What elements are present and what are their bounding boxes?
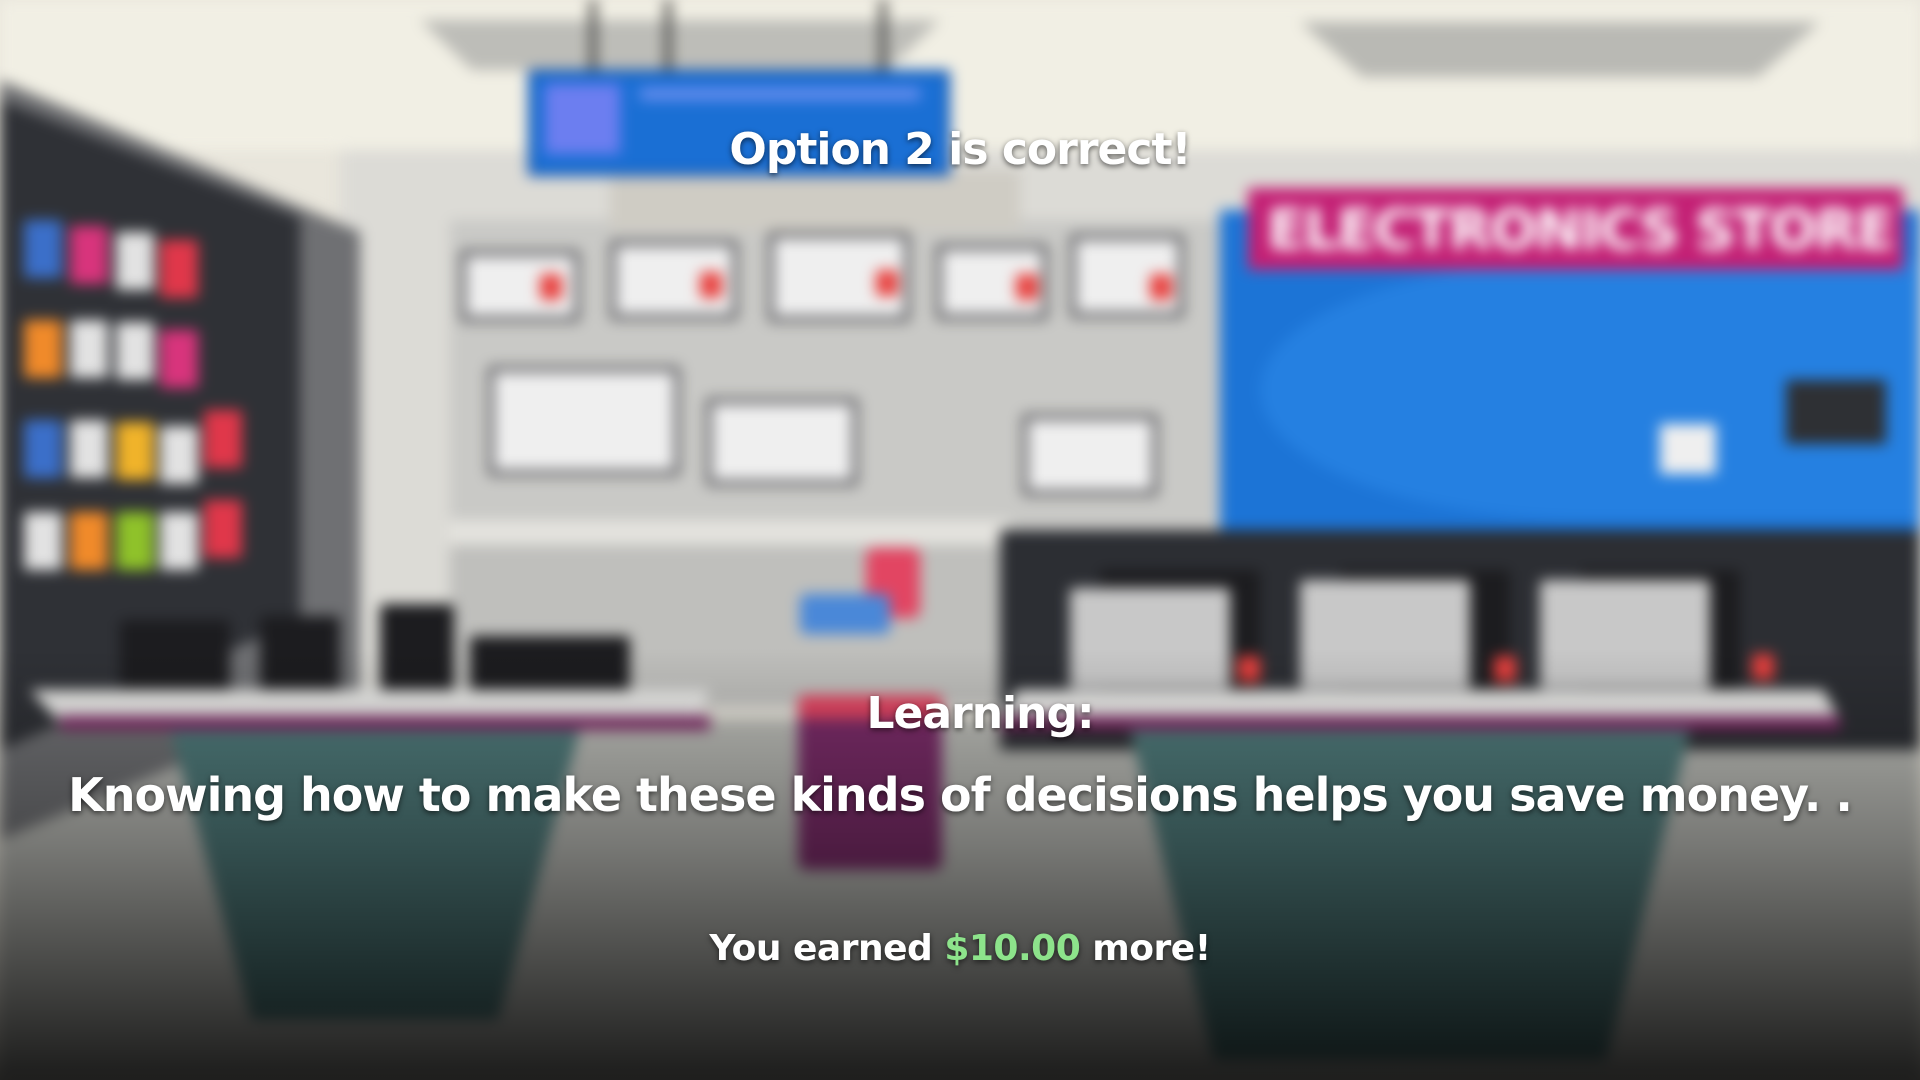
product-box xyxy=(24,320,62,378)
result-title: Option 2 is correct! xyxy=(729,124,1191,175)
laptop xyxy=(1070,588,1230,688)
product-box xyxy=(204,500,242,558)
product-box xyxy=(160,426,198,484)
product-box xyxy=(24,512,62,570)
reward-amount: $10.00 xyxy=(944,928,1081,969)
game-screen: ELECTRONICS STORE Option 2 is correct! L… xyxy=(0,0,1920,1080)
appliance xyxy=(800,594,890,634)
hanging-wire xyxy=(880,0,886,72)
hanging-sign-bar xyxy=(640,88,920,100)
product-box xyxy=(160,512,198,570)
reward-prefix: You earned xyxy=(709,928,933,969)
learning-body: Knowing how to make these kinds of decis… xyxy=(68,768,1853,822)
hanging-wire xyxy=(590,0,596,72)
product-box xyxy=(70,320,108,378)
product-box xyxy=(116,232,154,290)
hanging-wire xyxy=(665,0,671,72)
product-box xyxy=(24,420,62,478)
product-box xyxy=(160,240,198,298)
product-box xyxy=(70,420,108,478)
tablet xyxy=(260,616,340,696)
learning-heading: Learning: xyxy=(866,688,1094,739)
laptop xyxy=(1540,580,1710,688)
product-box xyxy=(116,512,154,570)
product-box xyxy=(160,330,198,388)
reward-message: You earned $10.00 more! xyxy=(0,928,1920,969)
price-tag xyxy=(1494,656,1516,682)
monitor-screen xyxy=(1028,420,1152,490)
monitor-screen xyxy=(712,404,852,480)
price-tag xyxy=(1150,274,1172,300)
product-box xyxy=(24,220,62,278)
laptop xyxy=(1300,580,1470,688)
store-sign-text: ELECTRONICS STORE xyxy=(1267,198,1894,263)
register-paper xyxy=(1660,424,1716,474)
product-box xyxy=(70,226,108,284)
phone-display xyxy=(470,636,630,692)
register-monitor xyxy=(1786,380,1886,444)
price-tag xyxy=(876,270,898,296)
tablet xyxy=(380,604,454,694)
price-tag xyxy=(1752,654,1774,680)
product-box xyxy=(116,322,154,380)
product-box xyxy=(116,422,154,480)
price-tag xyxy=(1016,274,1038,300)
product-box xyxy=(204,410,242,468)
ceiling-beam xyxy=(610,170,1020,230)
price-tag xyxy=(700,272,722,298)
price-tag xyxy=(1238,656,1260,682)
ceiling-light-left xyxy=(420,20,940,70)
product-box xyxy=(70,512,108,570)
price-tag xyxy=(540,274,562,300)
monitor-screen xyxy=(494,372,674,470)
ceiling-light-right xyxy=(1300,22,1820,77)
reward-suffix: more! xyxy=(1092,928,1211,969)
